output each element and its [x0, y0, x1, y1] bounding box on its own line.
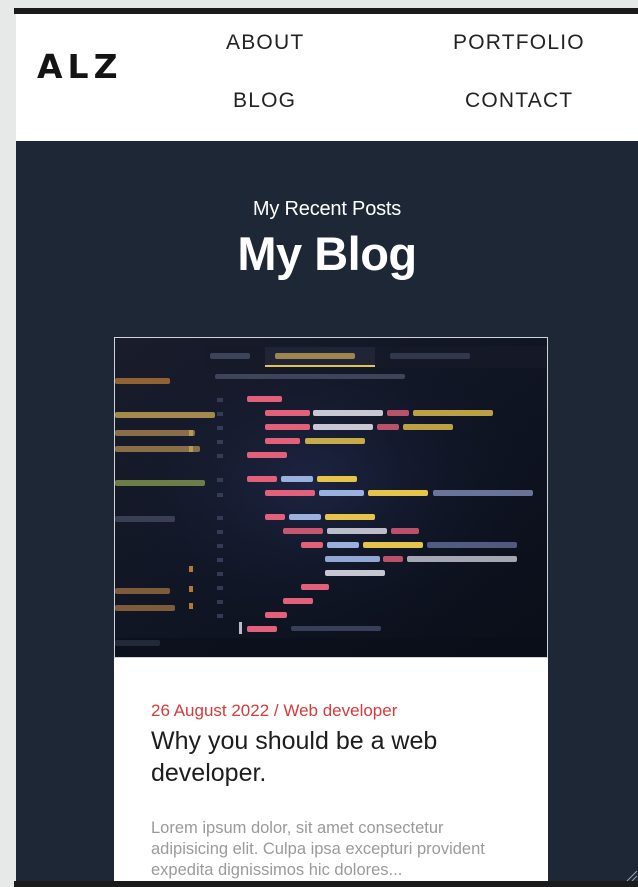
browser-frame: ALZ ABOUT PORTFOLIO BLOG CONTACT My Rece… — [0, 0, 638, 887]
post-cover-image[interactable] — [114, 337, 548, 658]
nav-about-link[interactable]: ABOUT — [226, 31, 304, 55]
section-title: My Blog — [237, 227, 417, 280]
section-subtitle: My Recent Posts — [252, 198, 402, 220]
nav-contact-link[interactable]: CONTACT — [465, 89, 573, 113]
code-editor-photo — [115, 338, 547, 657]
post-title[interactable]: Why you should be a web developer. — [151, 725, 521, 789]
site-header: ALZ ABOUT PORTFOLIO BLOG CONTACT — [16, 14, 638, 141]
nav-blog-link[interactable]: BLOG — [233, 89, 296, 113]
nav-portfolio-link[interactable]: PORTFOLIO — [453, 31, 585, 55]
post-excerpt: Lorem ipsum dolor, sit amet consectetur … — [151, 819, 485, 879]
resize-grip-icon[interactable] — [624, 868, 638, 882]
post-date-category: 26 August 2022 / Web developer — [151, 701, 398, 720]
page-viewport[interactable]: ALZ ABOUT PORTFOLIO BLOG CONTACT My Rece… — [16, 14, 638, 882]
blog-post-card[interactable]: 26 August 2022 / Web developer Why you s… — [114, 337, 548, 882]
window-bottom-border — [14, 881, 638, 887]
site-logo[interactable]: ALZ — [37, 47, 123, 86]
